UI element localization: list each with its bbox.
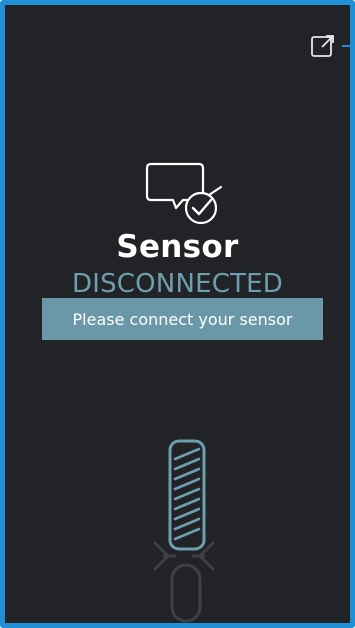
sensor-panel: Sensor DISCONNECTED Please connect your … [0, 0, 355, 628]
external-link-icon [311, 35, 334, 57]
status-label: DISCONNECTED [71, 269, 284, 299]
open-external-button[interactable] [310, 33, 336, 59]
page-title: Sensor [116, 229, 239, 265]
connect-sensor-button[interactable]: Please connect your sensor [42, 298, 323, 340]
chat-check-icon [145, 160, 227, 228]
sensor-probe-icon [141, 437, 227, 623]
external-connector-line [342, 45, 350, 47]
